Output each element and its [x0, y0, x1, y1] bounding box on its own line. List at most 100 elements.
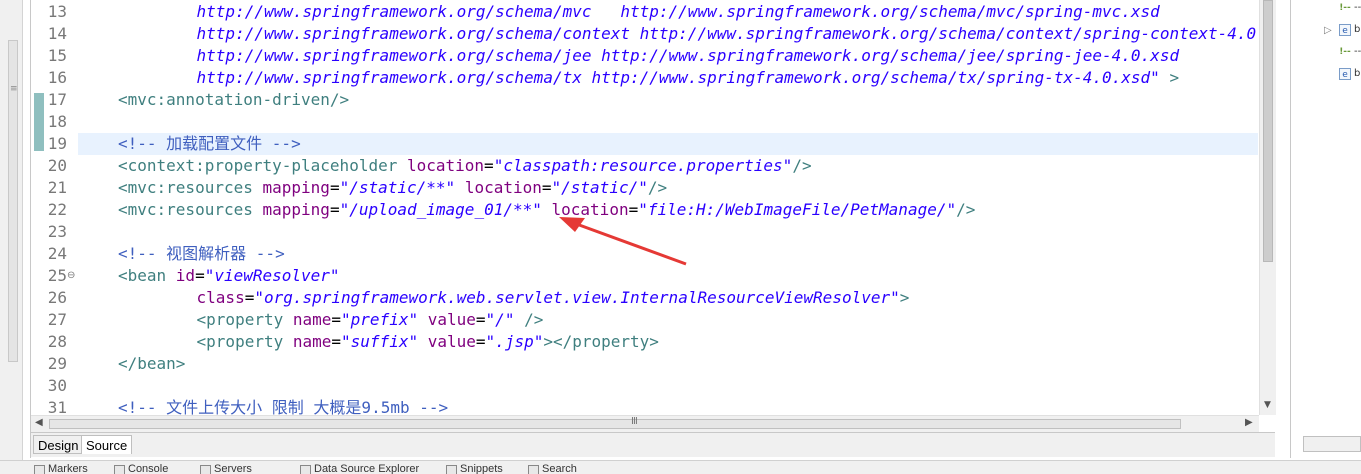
token-tag: <property: [196, 332, 293, 351]
fold-collapse-icon[interactable]: ⊖: [67, 265, 75, 287]
code-line[interactable]: http://www.springframework.org/schema/je…: [78, 45, 1258, 67]
editor-page-tabs: Design Source: [31, 432, 1275, 457]
view-tab[interactable]: Search: [542, 463, 577, 474]
code-line[interactable]: <property name="prefix" value="/" />: [78, 309, 1258, 331]
outline-item[interactable]: eb: [1291, 66, 1361, 84]
code-line[interactable]: </bean>: [78, 353, 1258, 375]
bottom-views-bar: Markers Console Servers Data Source Explore…: [0, 460, 1361, 474]
token-attr: value: [427, 310, 476, 329]
view-tab[interactable]: Servers: [214, 463, 252, 474]
line-number: 26: [47, 288, 67, 307]
token-val: "/static/": [551, 178, 648, 197]
scroll-left-icon[interactable]: ◀: [35, 417, 43, 428]
token-tag: <property: [196, 310, 293, 329]
left-panel-grip-icon[interactable]: ≡: [10, 84, 18, 94]
token-punct: =: [331, 310, 342, 329]
tab-design[interactable]: Design: [33, 435, 84, 454]
token-attr: value: [427, 332, 476, 351]
element-icon: e: [1339, 68, 1351, 80]
token-punct: =: [244, 288, 255, 307]
token-punct: =: [329, 178, 340, 197]
token-tag: />: [792, 156, 812, 175]
token-val: "/upload_image_01/**": [339, 200, 542, 219]
view-tab[interactable]: Markers: [48, 463, 88, 474]
token-punct: =: [195, 266, 205, 285]
token-cmt: <!-- 文件上传大小 限制 大概是9.5mb -->: [118, 398, 449, 415]
code-line[interactable]: <!-- 加载配置文件 -->: [78, 133, 1258, 155]
expand-icon[interactable]: ▷: [1324, 25, 1332, 36]
token-attr: name: [292, 310, 332, 329]
line-number-gutter: 13 14 15 16 17 18 19 20 21 22 23 24 25 ⊖ 26 27 28 29 30 31: [31, 0, 78, 417]
xml-source-editor[interactable]: 13 14 15 16 17 18 19 20 21 22 23 24 25 ⊖ 26 27 28 29 30 31 …: [30, 0, 1276, 458]
token-attr: location: [406, 156, 485, 175]
scroll-grip-icon: Ⅲ: [631, 416, 638, 427]
line-number: 25: [47, 266, 67, 285]
token-punct: =: [331, 332, 342, 351]
token-tag: <context:property-placeholder: [118, 156, 407, 175]
code-line[interactable]: <property name="suffix" value=".jsp"></p…: [78, 331, 1258, 353]
outline-item-label: b: [1354, 68, 1361, 79]
token-tag: <mvc:resources: [118, 178, 263, 197]
line-number: 27: [47, 310, 67, 329]
vertical-scrollbar[interactable]: ▼: [1259, 0, 1276, 415]
line-number: 22: [47, 200, 67, 219]
token-tag: />: [524, 310, 544, 329]
code-line[interactable]: [78, 375, 1258, 397]
scroll-down-icon[interactable]: ▼: [1264, 400, 1271, 410]
token-attr: id: [175, 266, 196, 285]
outline-item-label: --: [1354, 2, 1361, 13]
code-line[interactable]: http://www.springframework.org/schema/co…: [78, 23, 1258, 45]
token-punct: =: [475, 310, 486, 329]
comment-icon: !--: [1339, 3, 1351, 13]
code-line[interactable]: [78, 111, 1258, 133]
code-line[interactable]: <!-- 文件上传大小 限制 大概是9.5mb -->: [78, 397, 1258, 415]
outline-item[interactable]: ▷ e b: [1291, 22, 1361, 40]
token-val: "/static/**": [339, 178, 456, 197]
outline-panel: !-- -- ▷ e b !-- -- e b: [1290, 0, 1361, 458]
code-line[interactable]: <mvc:resources mapping="/static/**" loca…: [78, 177, 1258, 199]
view-tab[interactable]: Console: [128, 463, 168, 474]
line-number: 30: [47, 376, 67, 395]
tab-source[interactable]: Source: [81, 435, 133, 454]
code-line[interactable]: http://www.springframework.org/schema/mv…: [78, 1, 1258, 23]
view-tab[interactable]: Data Source Explorer: [314, 463, 419, 474]
line-number: 16: [47, 68, 67, 87]
token-tag: >: [899, 288, 910, 307]
view-tab[interactable]: Snippets: [460, 463, 503, 474]
code-line[interactable]: http://www.springframework.org/schema/tx…: [78, 67, 1258, 89]
token-cmt: <!-- 视图解析器 -->: [118, 244, 285, 263]
token-tag: <mvc:annotation-driven/>: [118, 90, 350, 109]
scroll-right-icon[interactable]: ▶: [1245, 417, 1253, 428]
horizontal-scroll-thumb[interactable]: [49, 419, 1181, 429]
token-val: "prefix": [341, 310, 419, 329]
line-number: 13: [47, 2, 67, 21]
token-tag: >: [1159, 68, 1180, 87]
code-line[interactable]: <mvc:annotation-driven/>: [78, 89, 1258, 111]
token-val: "viewResolver": [204, 266, 340, 285]
line-number: 28: [47, 332, 67, 351]
code-line[interactable]: class="org.springframework.web.servlet.v…: [78, 287, 1258, 309]
code-area[interactable]: http://www.springframework.org/schema/mv…: [78, 0, 1258, 415]
horizontal-scrollbar[interactable]: ◀ Ⅲ ▶: [31, 415, 1259, 432]
token-attr: class: [196, 288, 245, 307]
vertical-scroll-thumb[interactable]: [1263, 0, 1273, 262]
token-val: ".jsp": [485, 332, 544, 351]
token-tag: <bean: [118, 266, 176, 285]
code-line[interactable]: <context:property-placeholder location="…: [78, 155, 1258, 177]
outline-item[interactable]: !-- --: [1291, 0, 1361, 18]
token-punct: =: [484, 156, 494, 175]
token-tag: ></property>: [543, 332, 659, 351]
outline-item[interactable]: !-- --: [1291, 44, 1361, 62]
left-panel-edge: ≡: [0, 0, 23, 460]
outline-horizontal-scrollbar[interactable]: [1303, 436, 1361, 452]
token-punct: =: [329, 200, 340, 219]
token-tag: />: [647, 178, 668, 197]
token-val: "org.springframework.web.servlet.view.In…: [254, 288, 900, 307]
annotation-arrow: [559, 217, 687, 266]
